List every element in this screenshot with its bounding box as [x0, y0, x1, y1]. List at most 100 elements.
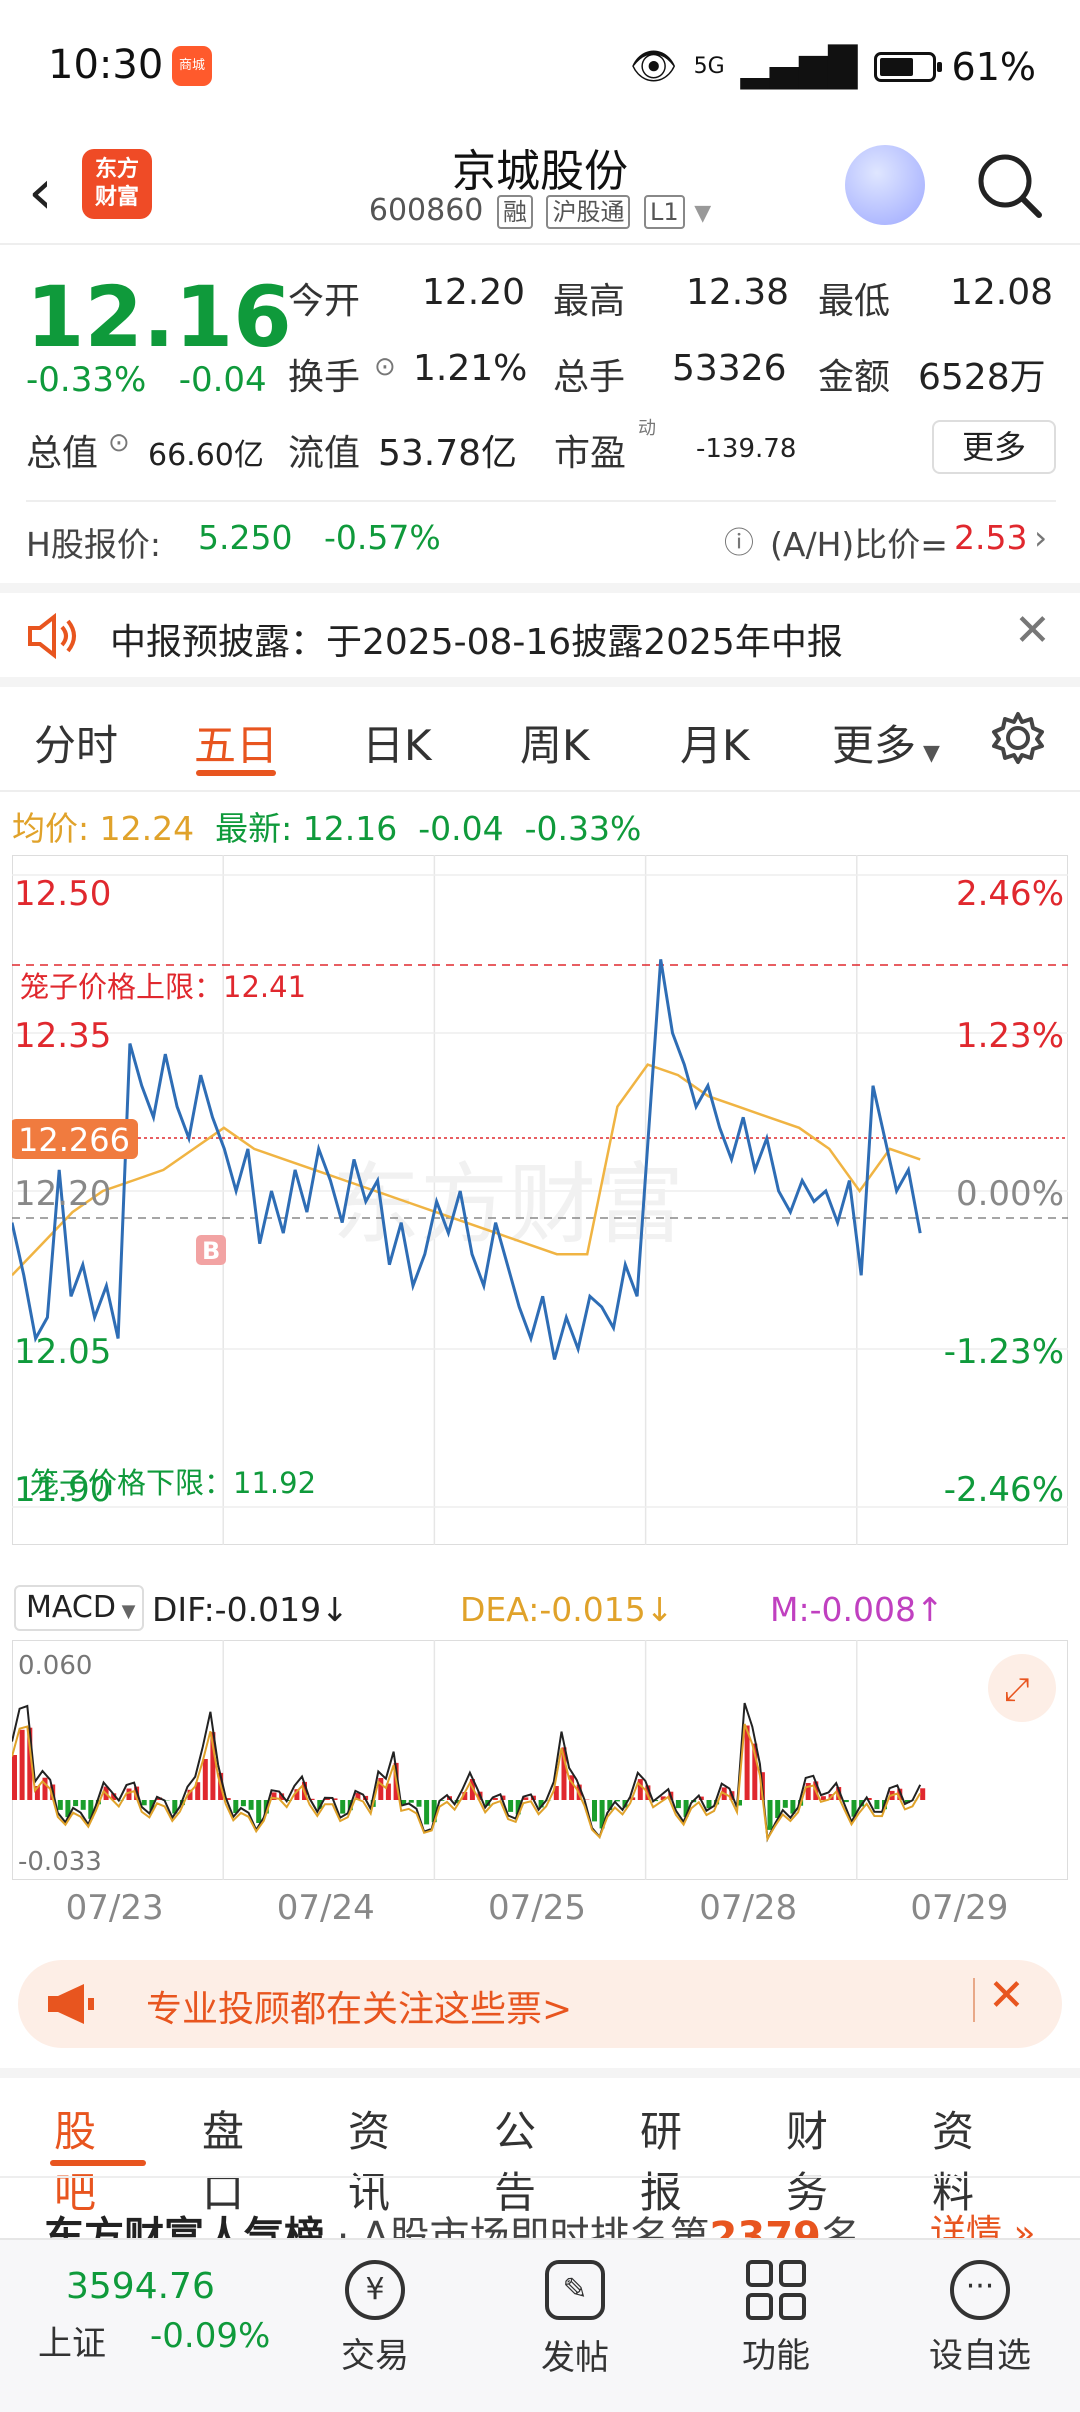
- ranking-detail-label: 详情: [930, 2213, 1003, 2238]
- ah-ratio-value: 2.53: [954, 518, 1028, 557]
- tab-intraday[interactable]: 分时: [34, 712, 118, 773]
- latest-value: 12.16: [302, 809, 398, 848]
- volume-label: 总手: [553, 357, 626, 398]
- change-abs: -0.04: [178, 360, 267, 400]
- macd-bar: [492, 1798, 498, 1800]
- latest-change-pct: -0.33%: [524, 809, 642, 848]
- promo-text: 专业投顾都在关注这些票>: [146, 1989, 573, 2030]
- low-label: 最低: [818, 281, 891, 322]
- dropdown-triangle-icon: ▼: [694, 201, 712, 226]
- last-price: 12.16: [26, 268, 292, 366]
- bottom-nav: 3594.76 上证 -0.09% ¥ 交易 ✎ 发帖 功能 ··· 设自选: [0, 2238, 1080, 2412]
- promo-banner[interactable]: 专业投顾都在关注这些票> ✕: [18, 1960, 1062, 2048]
- question-icon[interactable]: ⓘ: [724, 518, 754, 562]
- high-label: 最高: [553, 281, 626, 322]
- nav-trade[interactable]: ¥ 交易: [305, 2260, 445, 2377]
- five-day-price-chart[interactable]: 东方财富 笼子价格下限：11.92 笼子价格上限：12.41 12.266 B …: [12, 855, 1068, 1545]
- divider: [973, 1978, 975, 2022]
- macd-bar: [57, 1800, 63, 1810]
- x-tick-label: 07/25: [488, 1888, 586, 1928]
- battery-level: 61%: [951, 44, 1036, 89]
- macd-bar: [12, 1755, 17, 1800]
- avg-value: 12.24: [99, 809, 195, 848]
- info-icon[interactable]: ⊙: [108, 428, 130, 458]
- indicator-select[interactable]: MACD ▼: [14, 1585, 144, 1631]
- avg-label: 均价:: [12, 809, 90, 848]
- macd-bar: [767, 1800, 773, 1830]
- volume-value: 53326: [672, 348, 787, 389]
- hshare-change: -0.57%: [324, 518, 441, 557]
- macd-bar: [202, 1759, 208, 1800]
- ah-ratio-label: (A/H)比价=: [770, 525, 948, 564]
- tab-weekly-k[interactable]: 周K: [520, 712, 590, 773]
- ranking-brand: 东方财富人气榜: [44, 2214, 324, 2238]
- turnover-label: 换手: [288, 357, 361, 398]
- status-bar: 10:30 商城 👁 5G ▂▄▆█ 61%: [0, 0, 1080, 135]
- robot-assistant-icon[interactable]: [845, 145, 925, 225]
- nav-post[interactable]: ✎ 发帖: [505, 2260, 645, 2379]
- macd-bar: [141, 1800, 147, 1806]
- nav-functions[interactable]: 功能: [706, 2260, 846, 2377]
- y-tick-left: 12.50: [14, 874, 111, 914]
- divider: [0, 2068, 1080, 2078]
- turnover-value: 1.21%: [413, 348, 528, 389]
- more-dots-icon: ···: [950, 2260, 1010, 2320]
- mktcap-value: 66.60亿: [148, 438, 264, 473]
- macd-chart[interactable]: 0.060 -0.033 ⤢: [12, 1640, 1068, 1880]
- macd-bar: [508, 1800, 514, 1812]
- current-price-tag-label: 12.266: [18, 1121, 130, 1159]
- open-label: 今开: [288, 281, 361, 322]
- y-tick-left: 12.05: [14, 1332, 111, 1372]
- app-badge-icon: 商城: [172, 46, 212, 86]
- macd-bar: [408, 1800, 414, 1803]
- index-change: -0.09%: [150, 2316, 271, 2356]
- close-icon[interactable]: ✕: [988, 1970, 1025, 2021]
- price-change: -0.33% -0.04: [26, 360, 267, 400]
- macd-bar: [416, 1800, 422, 1807]
- tab-more[interactable]: 更多 ▼: [832, 712, 940, 773]
- network-label: 5G: [693, 54, 725, 79]
- system-icons: 👁 5G ▂▄▆█ 61%: [629, 44, 1036, 89]
- x-tick-label: 07/24: [276, 1888, 375, 1928]
- settings-gear-icon[interactable]: [988, 708, 1048, 768]
- more-quote-button[interactable]: 更多: [932, 420, 1056, 474]
- tab-five-day[interactable]: 五日: [194, 712, 278, 773]
- indicator-select-label: MACD: [26, 1590, 116, 1625]
- amount-label: 金额: [818, 357, 891, 398]
- y-tick-right: 1.23%: [956, 1016, 1064, 1056]
- macd-y-top: 0.060: [18, 1651, 92, 1681]
- notice-bar[interactable]: 中报预披露：于2025-08-16披露2025年中报 ✕: [0, 583, 1080, 687]
- x-tick-label: 07/29: [910, 1888, 1009, 1928]
- macd-bar: [874, 1800, 880, 1810]
- grid-icon: [746, 2260, 806, 2320]
- float-label: 流值: [288, 433, 361, 474]
- index-value[interactable]: 3594.76: [66, 2266, 215, 2307]
- macd-bar: [782, 1800, 788, 1808]
- nav-add-watchlist[interactable]: ··· 设自选: [910, 2260, 1050, 2377]
- stock-header: ‹ 东方 财富 京城股份 600860 融 沪股通 L1 ▼: [0, 135, 1080, 245]
- high-value: 12.38: [686, 272, 790, 313]
- stock-code: 600860: [368, 193, 484, 228]
- eye-icon: 👁: [629, 44, 678, 88]
- info-icon[interactable]: ⊙: [374, 352, 396, 382]
- nav-post-label: 发帖: [541, 2338, 609, 2378]
- search-icon[interactable]: [975, 151, 1045, 221]
- latest-label: 最新:: [215, 809, 293, 848]
- tab-monthly-k[interactable]: 月K: [680, 712, 750, 773]
- float-value: 53.78亿: [378, 433, 518, 474]
- tab-daily-k[interactable]: 日K: [362, 712, 432, 773]
- chart-legend: 均价: 12.24 最新: 12.16 -0.04 -0.33%: [12, 802, 641, 850]
- y-tick-left: 12.35: [14, 1016, 111, 1056]
- pe-label: 市盈: [554, 433, 627, 474]
- ranking-detail-link[interactable]: 详情 »: [930, 2204, 1035, 2238]
- popularity-ranking[interactable]: 东方财富人气榜 · A股市场即时排名第2379名 详情 »: [0, 2176, 1080, 2238]
- hshare-row[interactable]: H股报价: 5.250 -0.57% ⓘ (A/H)比价= 2.53 ›: [26, 518, 1066, 564]
- index-value-text: 3594.76: [66, 2266, 215, 2307]
- m-value: M:-0.008↑: [770, 1590, 944, 1629]
- pe-value: -139.78: [696, 434, 797, 464]
- active-tab-underline: [196, 770, 276, 776]
- low-value: 12.08: [950, 272, 1054, 313]
- close-icon[interactable]: ✕: [1014, 605, 1051, 656]
- chevron-right-icon: ›: [1034, 518, 1048, 557]
- macd-bar: [256, 1800, 262, 1823]
